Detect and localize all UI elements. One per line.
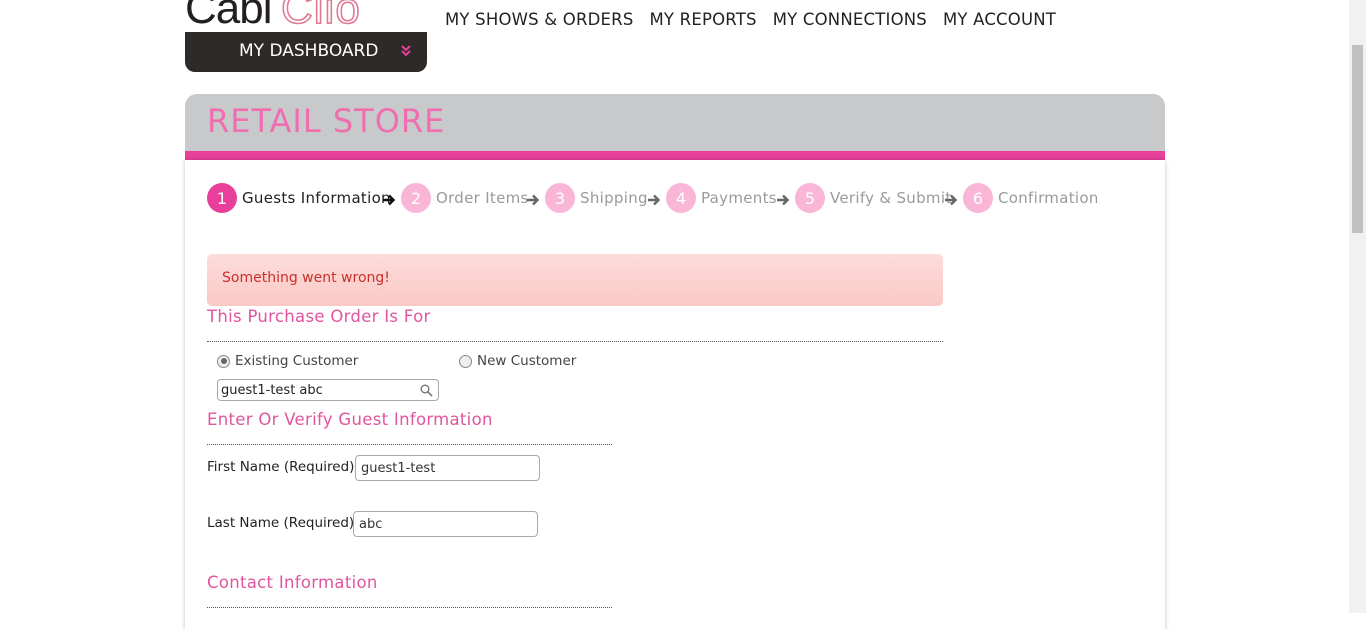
existing-customer-label: Existing Customer (235, 353, 359, 369)
new-customer-radio[interactable] (459, 354, 472, 368)
page-title: RETAIL STORE (207, 102, 446, 140)
arrow-right-icon (945, 194, 958, 206)
last-name-field[interactable] (353, 511, 538, 537)
step-guests-information[interactable]: 1 Guests Information (207, 183, 391, 213)
nav-reports[interactable]: MY REPORTS (650, 10, 757, 29)
section-divider (207, 341, 943, 342)
vertical-scrollbar[interactable] (1349, 0, 1366, 613)
step-payments[interactable]: 4 Payments (666, 183, 777, 213)
step-number: 1 (207, 183, 237, 213)
last-name-label: Last Name (Required): (207, 515, 359, 531)
search-icon[interactable] (420, 384, 433, 397)
nav-connections[interactable]: MY CONNECTIONS (773, 10, 927, 29)
step-number: 5 (795, 183, 825, 213)
customer-search-input[interactable] (221, 382, 411, 398)
step-order-items[interactable]: 2 Order Items (401, 183, 529, 213)
arrow-right-icon (383, 194, 396, 206)
step-number: 2 (401, 183, 431, 213)
scrollbar-thumb[interactable] (1352, 45, 1363, 233)
purchase-order-heading: This Purchase Order Is For (207, 307, 431, 326)
logo-text-dark: Cabi (185, 0, 272, 32)
customer-search (217, 379, 439, 401)
dashboard-label: MY DASHBOARD (239, 41, 379, 61)
logo-text-pink: Clio (280, 0, 361, 32)
first-name-label: First Name (Required): (207, 459, 359, 475)
step-number: 4 (666, 183, 696, 213)
section-divider (207, 444, 612, 445)
arrow-right-icon (527, 194, 540, 206)
nav-account[interactable]: MY ACCOUNT (943, 10, 1056, 29)
error-message: Something went wrong! (222, 270, 390, 286)
step-label: Confirmation (998, 189, 1099, 207)
step-label: Order Items (436, 189, 529, 207)
first-name-field[interactable] (355, 455, 540, 481)
step-label: Shipping (580, 189, 648, 207)
step-label: Guests Information (242, 189, 391, 207)
new-customer-option[interactable]: New Customer (459, 353, 576, 369)
my-dashboard-button[interactable]: MY DASHBOARD (185, 32, 427, 72)
panel-header: RETAIL STORE (185, 94, 1165, 151)
guest-info-heading: Enter Or Verify Guest Information (207, 410, 493, 429)
contact-info-heading: Contact Information (207, 573, 378, 592)
step-number: 6 (963, 183, 993, 213)
step-label: Verify & Submit (830, 189, 952, 207)
step-shipping[interactable]: 3 Shipping (545, 183, 648, 213)
error-alert: Something went wrong! (207, 254, 943, 306)
arrow-right-icon (648, 194, 661, 206)
chevron-double-down-icon (401, 45, 411, 57)
top-navigation: MY SHOWS & ORDERS MY REPORTS MY CONNECTI… (445, 10, 1056, 29)
new-customer-label: New Customer (477, 353, 577, 369)
arrow-right-icon (777, 194, 790, 206)
step-number: 3 (545, 183, 575, 213)
existing-customer-radio[interactable] (217, 354, 230, 368)
nav-shows-orders[interactable]: MY SHOWS & ORDERS (445, 10, 634, 29)
step-label: Payments (701, 189, 777, 207)
header-accent-bar (185, 151, 1165, 160)
step-confirmation[interactable]: 6 Confirmation (963, 183, 1099, 213)
existing-customer-option[interactable]: Existing Customer (217, 353, 358, 369)
step-verify-submit[interactable]: 5 Verify & Submit (795, 183, 952, 213)
section-divider (207, 607, 612, 608)
brand-logo[interactable]: Cabi Clio (185, 0, 430, 32)
